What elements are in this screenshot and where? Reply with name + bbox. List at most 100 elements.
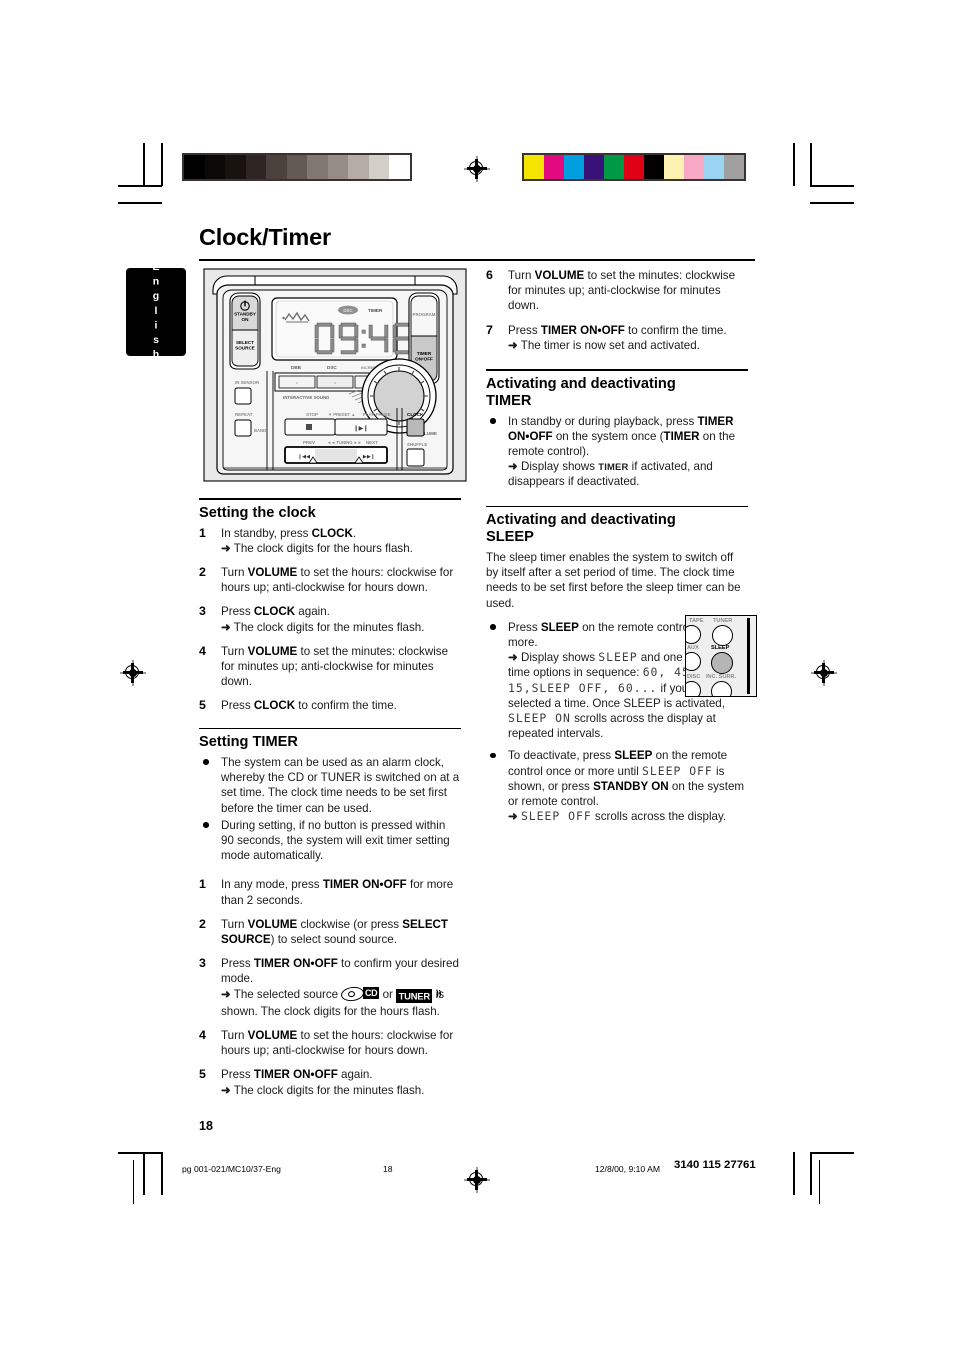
color-swatch <box>684 155 704 179</box>
heading-line-2: SLEEP <box>486 529 534 546</box>
step-text: Press <box>221 699 254 713</box>
color-swatch <box>564 155 584 179</box>
title-rule <box>199 259 755 261</box>
crop-mark-br-h <box>810 1152 854 1154</box>
arrow-text: The clock digits for the hours flash. <box>233 541 413 555</box>
bullet-dot-icon <box>203 759 209 766</box>
step: 3 Press TIMER ON•OFF to confirm your des… <box>199 956 461 1019</box>
remote-label-tape: TAPE <box>689 618 704 624</box>
crop-mark-tl-h <box>118 185 162 187</box>
remote-button-tuner[interactable] <box>712 625 733 646</box>
color-swatch <box>704 155 724 179</box>
footer-timestamp: 12/8/00, 9:10 AM <box>595 1164 660 1174</box>
color-swatch <box>604 155 624 179</box>
language-tab-label: English <box>150 260 162 364</box>
bullet-item: In standby or during playback, press TIM… <box>486 414 748 490</box>
step: 4 Turn VOLUME to set the hours: clockwis… <box>199 1028 461 1058</box>
color-swatch <box>544 155 564 179</box>
arrow-icon: ➜ <box>508 338 518 352</box>
remote-button-disc[interactable] <box>686 681 701 696</box>
color-swatch <box>524 155 544 179</box>
step: 7 Press TIMER ON•OFF to confirm the time… <box>486 323 748 353</box>
display-text-sleep-off-2: SLEEP OFF <box>520 809 592 824</box>
display-text-sleep-off: SLEEP OFF <box>642 763 713 778</box>
step-text: Turn <box>221 644 248 658</box>
step-text: In standby, press <box>221 526 312 540</box>
step: 6 Turn VOLUME to set the minutes: clockw… <box>486 268 748 314</box>
device-illustration: STANDBY ON SELECT SOURCE DSC TIMER PROGR… <box>203 268 467 482</box>
display-indicator-timer: TIMER <box>598 461 629 473</box>
step-bold: VOLUME <box>534 269 585 282</box>
arrow-icon: ➜ <box>508 810 518 824</box>
grayscale-swatch <box>327 155 348 179</box>
svg-text:▼ PRESET ▲: ▼ PRESET ▲ <box>328 412 355 417</box>
sleep-intro-paragraph: The sleep timer enables the system to sw… <box>486 551 741 610</box>
setting-clock-heading: Setting the clock <box>199 504 316 521</box>
step-tail: to confirm the time. <box>624 323 727 337</box>
step-tail: again. <box>337 1068 373 1082</box>
grayscale-swatch <box>184 155 205 179</box>
step: 5 Press CLOCK to confirm the time. <box>199 698 461 713</box>
cd-source-icon: CD <box>340 985 380 1003</box>
svg-text:▶▶❙: ▶▶❙ <box>363 454 375 460</box>
cd-icon-label: CD <box>362 987 380 1000</box>
activating-sleep-rule <box>486 505 748 508</box>
color-swatch <box>584 155 604 179</box>
step-number: 6 <box>486 268 493 282</box>
svg-text:❙◀◀: ❙◀◀ <box>298 454 310 460</box>
grayscale-swatch <box>245 155 266 179</box>
arrow-text-pre: The selected source <box>233 987 342 1001</box>
arrow-icon: ➜ <box>221 620 231 634</box>
remote-button-inc-surr[interactable] <box>711 681 732 696</box>
page-number: 18 <box>199 1119 213 1133</box>
step-text: Turn <box>508 269 535 282</box>
crop-mark-tr-h2 <box>810 202 854 204</box>
page-title: Clock/Timer <box>199 224 331 250</box>
svg-text:DBB: DBB <box>291 365 302 370</box>
activating-sleep-heading: Activating and deactivating SLEEP <box>486 512 748 546</box>
svg-text:ON•OFF: ON•OFF <box>415 357 433 362</box>
color-swatch <box>664 155 684 179</box>
svg-text:SOURCE: SOURCE <box>235 346 255 351</box>
registration-mark-right <box>811 660 837 686</box>
step: 5 Press TIMER ON•OFF again. ➜ The clock … <box>199 1067 461 1097</box>
crop-mark-tl-v2 <box>161 143 163 186</box>
right-column: 6 Turn VOLUME to set the minutes: clockw… <box>486 268 748 826</box>
step-number: 1 <box>199 877 206 892</box>
remote-label-tuner: TUNER <box>713 618 733 624</box>
svg-text:STANDBY: STANDBY <box>234 312 256 317</box>
trim-line-right <box>819 1160 821 1204</box>
step-tail: . <box>352 526 357 540</box>
bullet-arrow-line: ➜ SLEEP OFF scrolls across the display. <box>508 809 748 824</box>
arrow-text: The timer is now set and activated. <box>520 338 700 352</box>
bullet-bold: SLEEP <box>540 620 579 634</box>
remote-label-aux: AUX <box>687 645 699 651</box>
step-text: Turn <box>221 565 248 579</box>
step-bold: TIMER ON•OFF <box>253 957 338 971</box>
setting-clock-rule <box>199 498 461 500</box>
grayscale-swatch <box>368 155 389 179</box>
step-text: Press <box>221 605 254 619</box>
bullet-text-mid: on the system once ( <box>552 429 664 443</box>
activating-timer-rule <box>486 369 748 371</box>
heading-line-1: Activating and deactivating <box>486 512 676 529</box>
setting-timer-rule <box>199 727 461 730</box>
step-number: 4 <box>199 1028 206 1043</box>
arrow-icon: ➜ <box>508 651 518 665</box>
registration-mark-left <box>120 660 146 686</box>
svg-text:TIMER: TIMER <box>417 351 432 356</box>
bullet-dot-icon <box>490 624 496 630</box>
step-number: 7 <box>486 322 493 337</box>
svg-text:CLOCK: CLOCK <box>407 412 424 417</box>
remote-button-sleep[interactable] <box>711 652 733 674</box>
step-arrow-line: ➜ The clock digits for the hours flash. <box>221 541 461 556</box>
arrow-text-pre: Display shows <box>520 651 599 665</box>
arrow-icon: ➜ <box>221 1083 231 1097</box>
step-text: Press <box>221 1068 254 1082</box>
svg-text:IR SENSOR: IR SENSOR <box>235 380 260 385</box>
step: 2 Turn VOLUME to set the hours: clockwis… <box>199 565 461 595</box>
bullet-text: During setting, if no button is pressed … <box>221 818 450 863</box>
bullet-arrow-line: ➜ Display shows TIMER if activated, and … <box>508 459 748 489</box>
registration-mark-top <box>464 156 490 182</box>
step-number: 2 <box>199 916 206 931</box>
